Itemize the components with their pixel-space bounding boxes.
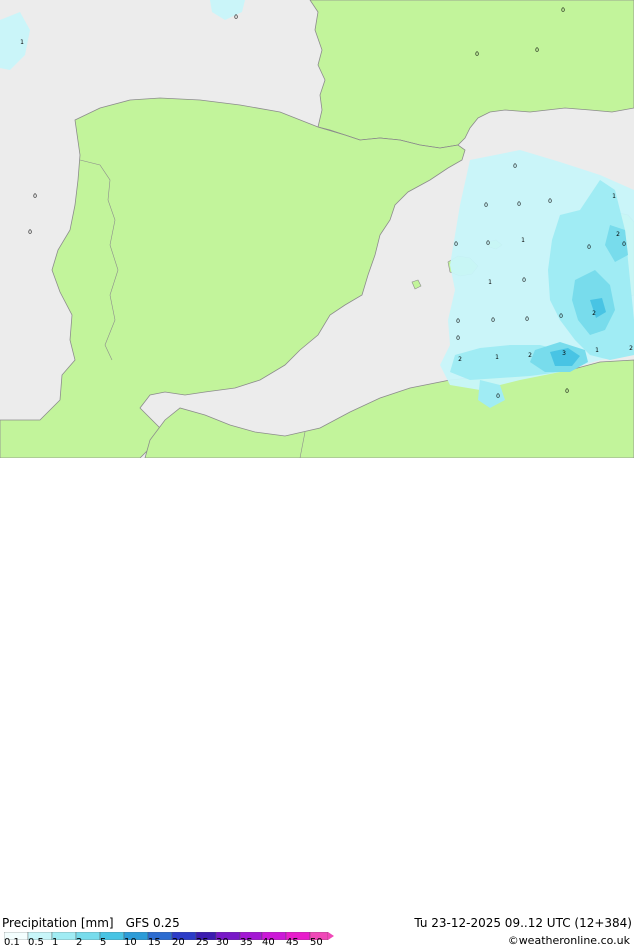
- station-value: 0: [548, 198, 552, 205]
- station-value: 0: [475, 51, 479, 58]
- legend-tick-label: 2: [76, 937, 83, 948]
- legend-tick-label: 0.1: [4, 937, 20, 948]
- station-value: 2: [592, 310, 596, 317]
- legend-tick-label: 20: [172, 937, 185, 948]
- station-value: 0: [559, 313, 563, 320]
- station-value: 2: [616, 231, 620, 238]
- station-value: 0: [517, 201, 521, 208]
- legend-tick-label: 30: [216, 937, 229, 948]
- legend-tick-label: 1: [52, 937, 59, 948]
- station-value: 1: [20, 39, 24, 46]
- legend-tick-label: 25: [196, 937, 209, 948]
- station-value: 0: [513, 163, 517, 170]
- product-label: Precipitation [mm]: [2, 916, 114, 930]
- legend-tick-label: 5: [100, 937, 107, 948]
- station-value: 2: [458, 356, 462, 363]
- station-value: 1: [612, 193, 616, 200]
- station-value: 0: [33, 193, 37, 200]
- station-value: 0: [561, 7, 565, 14]
- station-value: 0: [565, 388, 569, 395]
- station-value: 0: [234, 14, 238, 21]
- station-value: 0: [28, 229, 32, 236]
- legend-tick-label: 50: [310, 937, 323, 948]
- station-value: 0: [454, 241, 458, 248]
- station-value: 0: [491, 317, 495, 324]
- station-value: 1: [488, 279, 492, 286]
- map-title: Precipitation [mm] GFS 0.25: [2, 916, 180, 930]
- station-value: 2: [528, 352, 532, 359]
- legend-tick-label: 40: [262, 937, 275, 948]
- station-value: 0: [456, 318, 460, 325]
- station-value: 3: [562, 350, 566, 357]
- station-value: 2: [629, 345, 633, 352]
- station-value: 0: [525, 316, 529, 323]
- station-value: 0: [587, 244, 591, 251]
- station-value: 0: [486, 240, 490, 247]
- valid-time: Tu 23-12-2025 09..12 UTC (12+384): [414, 916, 632, 930]
- legend-overflow-arrow: [328, 932, 334, 940]
- station-value: 0: [456, 335, 460, 342]
- station-value: 0: [522, 277, 526, 284]
- station-value: 0: [484, 202, 488, 209]
- legend-tick-label: 45: [286, 937, 299, 948]
- station-value: 0: [496, 393, 500, 400]
- station-value: 1: [521, 237, 525, 244]
- legend-tick-label: 35: [240, 937, 253, 948]
- station-value: 0: [622, 241, 626, 248]
- legend-tick-label: 10: [124, 937, 137, 948]
- legend-tick-label: 15: [148, 937, 161, 948]
- credit-text: ©weatheronline.co.uk: [507, 934, 630, 947]
- precipitation-map: 1 0 0 0 0 0 0 0 0 0 1 0 2 0 0 1 0 0 1 0 0 0 0 0 2 2 1 2 3 1 2 0 0 0: [0, 0, 634, 458]
- model-label: GFS 0.25: [125, 916, 180, 930]
- station-value: 0: [535, 47, 539, 54]
- footer: Precipitation [mm] GFS 0.25 Tu 23-12-2025…: [0, 458, 634, 948]
- legend-tick-label: 0.5: [28, 937, 44, 948]
- station-value: 1: [595, 347, 599, 354]
- station-value: 1: [495, 354, 499, 361]
